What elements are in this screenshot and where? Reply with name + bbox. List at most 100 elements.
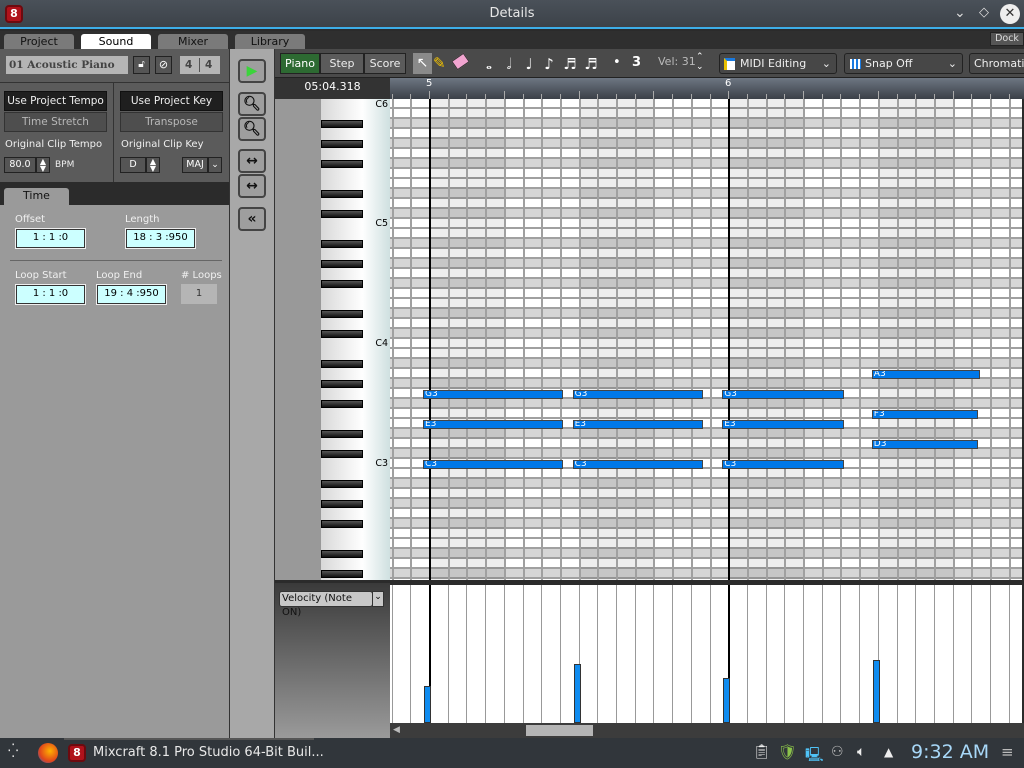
- transpose-button[interactable]: Transpose: [120, 112, 223, 132]
- quarter-note-icon[interactable]: ♩: [520, 55, 538, 73]
- user-status-icon[interactable]: ⚇: [831, 744, 844, 760]
- firefox-icon[interactable]: [38, 743, 58, 763]
- velocity-bar[interactable]: [573, 664, 581, 723]
- mode-piano-button[interactable]: Piano: [280, 53, 320, 74]
- time-ruler[interactable]: 5 6: [390, 78, 1024, 99]
- horizontal-scrollbar[interactable]: ◀: [390, 723, 1024, 738]
- tab-time[interactable]: Time: [4, 188, 69, 205]
- eraser-tool-icon[interactable]: [451, 52, 470, 71]
- use-project-key-button[interactable]: Use Project Key: [120, 91, 223, 111]
- track-name[interactable]: 01 Acoustic Piano: [6, 56, 128, 74]
- use-project-tempo-button[interactable]: Use Project Tempo: [4, 91, 107, 111]
- midi-note[interactable]: A3: [871, 370, 981, 379]
- eighth-note-icon[interactable]: ♪: [540, 55, 558, 73]
- velocity-stepper-icon[interactable]: ⌃ ⌄: [696, 52, 704, 72]
- black-key[interactable]: [321, 550, 363, 558]
- collapse-panel-icon[interactable]: «: [238, 207, 266, 231]
- black-key[interactable]: [321, 190, 363, 198]
- zoom-out-horizontal-icon[interactable]: ↔: [238, 174, 266, 198]
- black-key[interactable]: [321, 500, 363, 508]
- offset-field[interactable]: 1 : 1 :0: [15, 228, 86, 249]
- key-mode-select[interactable]: MAJ: [182, 157, 208, 173]
- piano-keyboard[interactable]: C6 C5 C4 C3: [321, 99, 390, 580]
- mixcraft-icon[interactable]: 8: [68, 744, 86, 762]
- dotted-note-button[interactable]: •: [613, 55, 621, 70]
- velocity-bar[interactable]: [424, 686, 431, 723]
- midi-note[interactable]: E3: [572, 420, 704, 429]
- midi-note[interactable]: G3: [722, 390, 844, 399]
- menu-icon[interactable]: ≡: [1001, 743, 1014, 761]
- midi-note[interactable]: C3: [572, 460, 704, 469]
- velocity-lane-select[interactable]: Velocity (Note ON): [279, 591, 373, 618]
- black-key[interactable]: [321, 360, 363, 368]
- dock-button[interactable]: Dock: [990, 32, 1024, 46]
- black-key[interactable]: [321, 430, 363, 438]
- black-key[interactable]: [321, 330, 363, 338]
- half-note-icon[interactable]: 𝅗𝅥: [500, 55, 518, 73]
- midi-note[interactable]: E3: [722, 420, 844, 429]
- volume-icon[interactable]: 🔈︎: [857, 744, 865, 760]
- mode-step-button[interactable]: Step: [320, 53, 364, 74]
- midi-note[interactable]: C3: [722, 460, 844, 469]
- black-key[interactable]: [321, 400, 363, 408]
- black-key[interactable]: [321, 120, 363, 128]
- black-key[interactable]: [321, 210, 363, 218]
- clock[interactable]: 9:32 AM: [911, 741, 989, 763]
- tab-mixer[interactable]: Mixer: [158, 34, 228, 50]
- pointer-tool-icon[interactable]: ↖: [413, 53, 432, 74]
- key-stepper-icon[interactable]: ▲ ▼: [146, 157, 160, 173]
- midi-note[interactable]: G3: [423, 390, 564, 399]
- launcher-icon[interactable]: ⁛: [8, 744, 18, 759]
- black-key[interactable]: [321, 480, 363, 488]
- tab-library[interactable]: Library: [235, 34, 305, 50]
- black-key[interactable]: [321, 240, 363, 248]
- black-key[interactable]: [321, 310, 363, 318]
- black-key[interactable]: [321, 450, 363, 458]
- chevron-down-icon[interactable]: ⌄: [208, 157, 222, 173]
- midi-note[interactable]: E3: [423, 420, 564, 429]
- chevron-down-icon[interactable]: ⌄: [372, 591, 384, 607]
- zoom-in-horizontal-icon[interactable]: ↔: [238, 149, 266, 173]
- midi-note[interactable]: F3: [871, 410, 979, 419]
- velocity-bar[interactable]: [723, 678, 731, 723]
- key-field[interactable]: D: [120, 157, 146, 173]
- play-icon[interactable]: ▶: [238, 59, 266, 83]
- minimize-icon[interactable]: ⌄: [954, 5, 966, 21]
- black-key[interactable]: [321, 570, 363, 578]
- midi-note[interactable]: G3: [572, 390, 704, 399]
- maximize-icon[interactable]: ◇: [979, 5, 989, 20]
- black-key[interactable]: [321, 140, 363, 148]
- scroll-thumb[interactable]: [526, 725, 593, 736]
- whole-note-icon[interactable]: 𝅝: [480, 55, 498, 73]
- loop-end-field[interactable]: 19 : 4 :950: [96, 284, 167, 305]
- piano-roll-grid[interactable]: G3 E3 C3 G3 E3 C3 G3 E3 C3 A3 F3 D3: [390, 99, 1022, 580]
- snap-select[interactable]: Snap Off ⌄: [844, 53, 963, 74]
- tempo-field[interactable]: 80.0: [4, 157, 36, 173]
- tab-sound[interactable]: Sound: [81, 34, 151, 50]
- loop-start-field[interactable]: 1 : 1 :0: [15, 284, 86, 305]
- black-key[interactable]: [321, 160, 363, 168]
- pencil-tool-icon[interactable]: ✎: [433, 54, 446, 72]
- zoom-in-vertical-icon[interactable]: 🔍︎: [238, 92, 266, 116]
- tray-expand-icon[interactable]: ▲: [884, 745, 893, 759]
- network-icon[interactable]: 🖳: [805, 744, 824, 768]
- black-key[interactable]: [321, 520, 363, 528]
- midi-note[interactable]: D3: [871, 440, 979, 449]
- black-key[interactable]: [321, 260, 363, 268]
- time-signature[interactable]: 4 4: [180, 56, 220, 74]
- time-stretch-button[interactable]: Time Stretch: [4, 112, 107, 132]
- triplet-button[interactable]: 3: [632, 55, 641, 70]
- loops-field[interactable]: 1: [181, 284, 217, 304]
- black-key[interactable]: [321, 380, 363, 388]
- clipboard-icon[interactable]: 📋︎: [753, 744, 771, 760]
- mode-score-button[interactable]: Score: [364, 53, 406, 74]
- velocity-bar[interactable]: [872, 659, 880, 723]
- zoom-out-vertical-icon[interactable]: 🔍︎: [238, 117, 266, 141]
- midi-note[interactable]: C3: [423, 460, 564, 469]
- scale-select[interactable]: Chromatic: [969, 53, 1024, 74]
- taskbar-app-label[interactable]: Mixcraft 8.1 Pro Studio 64-Bit Buil...: [93, 745, 324, 760]
- mute-icon[interactable]: ⊘: [155, 56, 172, 74]
- thirty-second-note-icon[interactable]: ♬: [582, 55, 600, 73]
- length-field[interactable]: 18 : 3 :950: [125, 228, 196, 249]
- close-icon[interactable]: ✕: [1000, 4, 1020, 24]
